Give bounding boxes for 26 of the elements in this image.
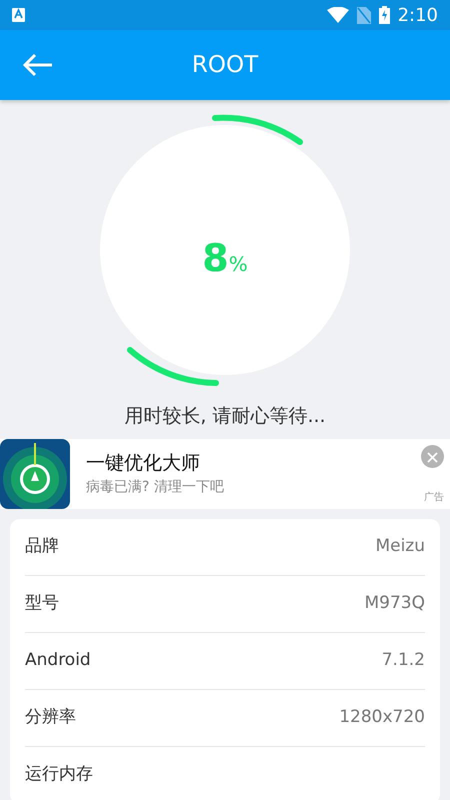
- ad-label: 广告: [424, 490, 444, 504]
- status-time: 2:10: [398, 4, 438, 28]
- progress-value: 8: [202, 236, 229, 280]
- wifi-icon: [326, 7, 349, 23]
- info-value: Meizu: [375, 534, 425, 558]
- close-button[interactable]: [421, 444, 444, 468]
- page-title: ROOT: [192, 50, 258, 80]
- info-value: 1280x720: [339, 706, 425, 729]
- info-label: 型号: [25, 592, 59, 615]
- battery-charging-icon: [378, 6, 390, 24]
- app-logo-icon: [0, 438, 70, 508]
- info-value: 7.1.2: [382, 648, 425, 672]
- ad-subtitle: 病毒已满? 清理一下吧: [86, 478, 224, 498]
- no-sim-icon: [356, 6, 371, 24]
- ad-title: 一键优化大师: [86, 450, 201, 476]
- ad-banner[interactable]: 一键优化大师 病毒已满? 清理一下吧 广告: [0, 438, 450, 508]
- wait-message: 用时较长, 请耐心等待...: [123, 404, 327, 429]
- info-label: 运行内存: [25, 763, 93, 786]
- app-notification-icon: [12, 8, 25, 22]
- back-arrow-icon: [22, 52, 54, 77]
- info-label: 品牌: [25, 534, 59, 558]
- percent-sign: %: [228, 252, 248, 276]
- back-button[interactable]: [22, 52, 54, 77]
- info-value: M973Q: [364, 592, 425, 615]
- info-label: 分辨率: [25, 706, 76, 729]
- info-label: Android: [25, 648, 91, 672]
